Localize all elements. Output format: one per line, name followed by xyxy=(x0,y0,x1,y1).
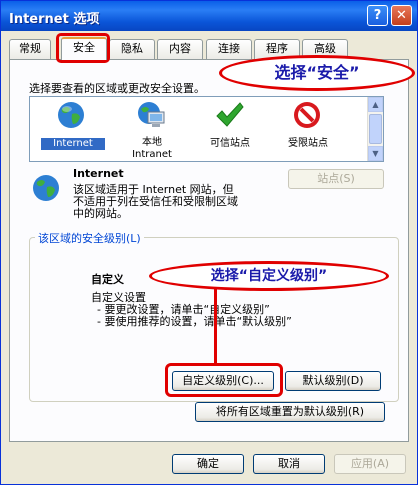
security-level-line3: - 要使用推荐的设置，请单击“默认级别” xyxy=(97,315,292,328)
security-level-name: 自定义 xyxy=(91,273,124,286)
no-entry-icon xyxy=(294,102,320,128)
tab-general[interactable]: 常规 xyxy=(9,39,51,59)
annotation-box-custom-level xyxy=(165,363,283,397)
zone-internet[interactable]: Internet xyxy=(32,97,112,161)
ok-button[interactable]: 确定 xyxy=(172,454,244,474)
tab-security[interactable]: 安全 xyxy=(61,37,107,60)
zones-prompt: 选择要查看的区域或更改安全设置。 xyxy=(29,82,205,95)
internet-zone-globe-icon xyxy=(33,175,59,201)
annotation-callout-security: 选择“安全” xyxy=(219,55,415,91)
zone-label-internet: Internet xyxy=(41,138,105,150)
internet-options-window: Internet 选项 ? ✕ 常规 安全 隐私 内容 连接 程序 高级 选择要… xyxy=(0,0,418,485)
zone-label-local-line2: Intranet xyxy=(132,149,172,160)
tab-connections[interactable]: 连接 xyxy=(206,39,252,59)
default-level-button[interactable]: 默认级别(D) xyxy=(285,371,381,391)
annotation-callout-custom-level: 选择“自定义级别” xyxy=(149,261,389,291)
security-level-legend: 该区域的安全级别(L) xyxy=(35,230,144,246)
reset-all-zones-button[interactable]: 将所有区域重置为默认级别(R) xyxy=(195,402,385,422)
zone-restricted-sites[interactable]: 受限站点 xyxy=(268,97,348,161)
zone-list-scrollbar[interactable]: ▲ ▼ xyxy=(367,97,383,161)
zone-label-restricted: 受限站点 xyxy=(288,138,328,149)
zone-list[interactable]: Internet 本地 Intranet 可信站点 受限站点 ▲ ▼ xyxy=(29,96,384,162)
zone-label-trusted: 可信站点 xyxy=(210,138,250,149)
computer-icon xyxy=(138,102,165,127)
sites-button-label: 站点(S) xyxy=(317,172,355,185)
tab-privacy[interactable]: 隐私 xyxy=(109,39,155,59)
zone-local-intranet[interactable]: 本地 Intranet xyxy=(112,97,192,161)
help-button[interactable]: ? xyxy=(367,5,388,26)
sites-button[interactable]: 站点(S) xyxy=(288,169,384,189)
scroll-thumb[interactable] xyxy=(369,114,382,144)
zone-trusted-sites[interactable]: 可信站点 xyxy=(190,97,270,161)
cancel-button[interactable]: 取消 xyxy=(253,454,325,474)
checkmark-icon xyxy=(216,102,244,127)
annotation-connector-line xyxy=(214,289,217,363)
tab-content[interactable]: 内容 xyxy=(157,39,203,59)
scroll-up-icon[interactable]: ▲ xyxy=(368,97,383,112)
zone-label-local-line1: 本地 xyxy=(142,137,162,148)
apply-button[interactable]: 应用(A) xyxy=(334,454,406,474)
window-title: Internet 选项 xyxy=(9,12,100,27)
zone-info-desc-line3: 中的网站。 xyxy=(73,207,128,220)
scroll-down-icon[interactable]: ▼ xyxy=(368,146,383,161)
close-button[interactable]: ✕ xyxy=(391,5,412,26)
globe-icon xyxy=(58,102,84,128)
zone-info-title: Internet xyxy=(73,167,124,180)
title-bar[interactable]: Internet 选项 ? ✕ xyxy=(1,1,417,31)
